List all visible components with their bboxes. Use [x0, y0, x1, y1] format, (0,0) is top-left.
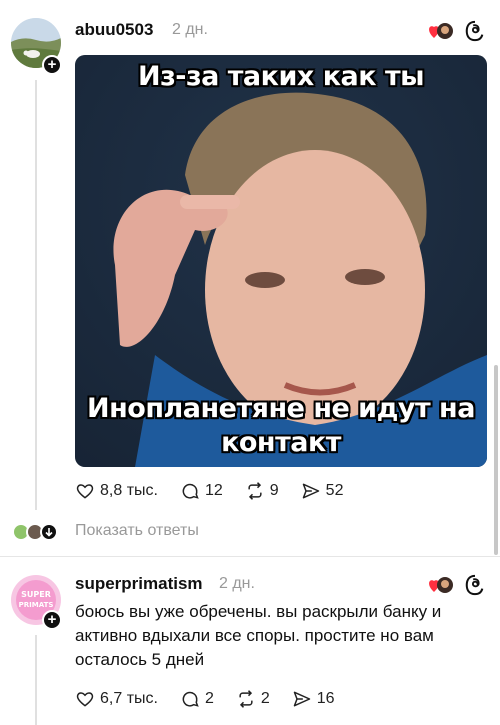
share-count: 52 [325, 482, 344, 499]
send-icon [293, 691, 311, 707]
liked-by-avatar-icon[interactable] [428, 575, 454, 600]
meme-top-text: Из-за таких как ты [137, 61, 425, 92]
share-button[interactable]: 16 [292, 689, 335, 709]
thread-line [35, 635, 37, 725]
thread-line [35, 80, 37, 510]
meme-image[interactable]: Из-за таких как ты Инопланетяне не идут … [75, 55, 487, 467]
like-button[interactable]: 6,7 тыс. [75, 689, 158, 709]
scrollbar[interactable] [494, 365, 498, 555]
post-username[interactable]: abuu0503 [75, 20, 153, 40]
meme-bottom-text-line1: Инопланетяне не идут на [87, 393, 475, 424]
threads-logo-icon[interactable] [464, 574, 486, 601]
share-button[interactable]: 52 [301, 481, 344, 501]
like-count: 8,8 тыс. [100, 482, 158, 499]
reply-username[interactable]: superprimatism [75, 574, 203, 594]
threads-logo-icon[interactable] [464, 20, 486, 47]
show-replies-link[interactable]: Показать ответы [75, 522, 199, 540]
avatar-text-primats: PRIMATS [19, 601, 54, 609]
like-button[interactable]: 8,8 тыс. [75, 481, 158, 501]
share-count: 16 [316, 690, 335, 707]
post-time: 2 дн. [172, 21, 208, 38]
follow-plus-icon[interactable]: + [42, 610, 62, 630]
reply-actions: 6,7 тыс. 2 2 16 [75, 689, 357, 709]
send-icon [302, 483, 319, 499]
heart-icon [76, 692, 94, 707]
comment-icon [182, 691, 199, 707]
comment-button[interactable]: 12 [180, 481, 223, 501]
comment-button[interactable]: 2 [180, 689, 214, 709]
reply-header-icons [428, 574, 486, 601]
reply-text: боюсь вы уже обречены. вы раскрыли банку… [75, 602, 442, 669]
avatar-text-super: SUPER [21, 590, 51, 599]
post-abuu0503: + abuu0503 2 дн. Из-за таких как ты Иноп… [0, 0, 500, 555]
repost-icon [239, 690, 253, 708]
reply-time: 2 дн. [219, 575, 255, 592]
follow-plus-icon[interactable]: + [42, 55, 62, 75]
repost-button[interactable]: 2 [236, 689, 270, 709]
repost-count: 2 [260, 690, 270, 707]
heart-icon [76, 484, 94, 499]
post-header-icons [428, 20, 486, 47]
like-count: 6,7 тыс. [100, 690, 158, 707]
repost-button[interactable]: 9 [245, 481, 279, 501]
replier-avatars [11, 522, 63, 542]
repost-icon [248, 482, 262, 500]
comment-icon [182, 483, 199, 499]
liked-by-avatar-icon[interactable] [428, 21, 454, 46]
meme-bottom-text-line2: контакт [221, 427, 341, 458]
repost-count: 9 [269, 482, 279, 499]
comment-count: 2 [204, 690, 214, 707]
post-actions: 8,8 тыс. 12 9 52 [75, 481, 365, 501]
comment-count: 12 [204, 482, 223, 499]
